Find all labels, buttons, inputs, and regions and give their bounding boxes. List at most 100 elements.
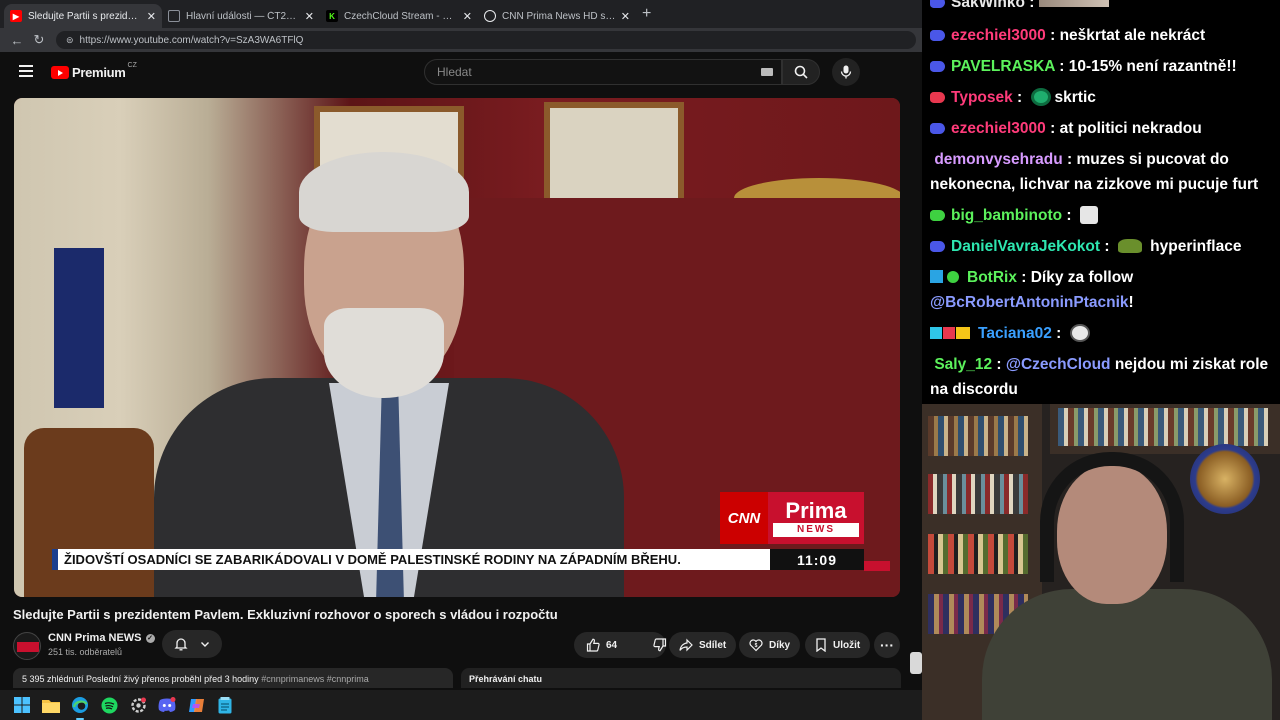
- search-button[interactable]: [782, 59, 820, 85]
- channel-name-text: CNN Prima NEWS: [48, 632, 142, 644]
- notifications-button[interactable]: [162, 630, 222, 658]
- share-button[interactable]: Sdílet: [669, 632, 737, 658]
- video-frame-vase: [54, 248, 104, 408]
- like-count: 64: [606, 639, 618, 651]
- thanks-button[interactable]: $ Díky: [739, 632, 801, 658]
- chat-overlay: SakWinko : ezechiel3000 : neškrtat ale n…: [922, 0, 1280, 404]
- search-placeholder: Hledat: [437, 65, 472, 79]
- share-label: Sdílet: [699, 639, 727, 651]
- tab-title: Hlavní události — ČT24 — Česká: [186, 10, 301, 22]
- close-tab-icon[interactable]: ✕: [147, 10, 156, 23]
- webcam-lamp: [1190, 444, 1260, 514]
- youtube-logo[interactable]: Premium CZ: [51, 62, 137, 80]
- webcam-person-body: [982, 589, 1272, 720]
- windows-taskbar: [0, 690, 922, 720]
- description-box[interactable]: 5 395 zhlédnutí Poslední živý přenos pro…: [13, 668, 453, 688]
- region-label: CZ: [127, 62, 137, 69]
- video-title: Sledujte Partii s prezidentem Pavlem. Ex…: [13, 607, 558, 622]
- cnn-logo: CNN: [720, 492, 768, 544]
- close-tab-icon[interactable]: ✕: [621, 10, 630, 23]
- chat-username: PAVELRASKA: [951, 58, 1055, 75]
- url-field[interactable]: ⊜ https://www.youtube.com/watch?v=SzA3WA…: [56, 31, 916, 49]
- more-actions-button[interactable]: ···: [874, 632, 900, 658]
- chat-username: DanielVavraJeKokot: [951, 238, 1101, 255]
- channel-name[interactable]: CNN Prima NEWS ✓: [48, 632, 155, 644]
- more-icon: ···: [880, 637, 894, 653]
- news-ticker: ŽIDOVŠTÍ OSADNÍCI SE ZABARIKÁDOVALI V DO…: [52, 549, 770, 570]
- channel-watermark: [864, 561, 890, 571]
- chat-username: big_bambinoto: [951, 207, 1063, 224]
- site-info-icon[interactable]: ⊜: [66, 35, 74, 46]
- headset-icon: [1040, 452, 1184, 582]
- chat-username: Typosek: [951, 89, 1013, 106]
- svg-text:$: $: [755, 643, 758, 649]
- spotify-icon[interactable]: [99, 695, 119, 715]
- chat-text: skrtic: [1054, 89, 1096, 106]
- chat-message: big_bambinoto :: [930, 203, 1272, 228]
- badge-icon: [930, 327, 942, 339]
- bell-icon: [174, 638, 188, 651]
- close-tab-icon[interactable]: ✕: [463, 10, 472, 23]
- chat-text: 10-15% není razantně!!: [1068, 58, 1237, 75]
- tab-ct24[interactable]: Hlavní události — ČT24 — Česká ✕: [162, 4, 320, 28]
- chat-message: Typosek : skrtic: [930, 85, 1272, 110]
- back-icon[interactable]: ←: [6, 33, 28, 48]
- scrollbar-thumb[interactable]: [910, 652, 922, 674]
- chat-badge-icon: [930, 61, 945, 72]
- bookmark-icon: [816, 638, 826, 652]
- close-tab-icon[interactable]: ✕: [305, 10, 314, 23]
- microphone-icon: [840, 65, 852, 79]
- browser-tabstrip: ▶ Sledujte Partii s prezidentem P ✕ Hlav…: [0, 0, 922, 28]
- new-tab-icon[interactable]: +: [642, 5, 651, 23]
- keyboard-icon[interactable]: [761, 68, 773, 76]
- chat-message: Taciana02 :: [930, 321, 1272, 346]
- emote-icon: [1030, 88, 1051, 106]
- notepad-icon[interactable]: [215, 695, 235, 715]
- webcam-feed: [922, 404, 1280, 720]
- tab-kick[interactable]: K CzechCloud Stream - Watch Live o ✕: [320, 4, 478, 28]
- chat-message: BotRix : Díky za follow @BcRobertAntonin…: [930, 269, 1134, 311]
- chat-message: Saly_12 : @CzechCloud nejdou mi ziskat r…: [930, 356, 1269, 398]
- tab-title: CzechCloud Stream - Watch Live o: [344, 10, 459, 22]
- reload-icon[interactable]: ↻: [28, 32, 50, 48]
- like-button[interactable]: 64: [574, 632, 629, 658]
- thanks-label: Díky: [769, 639, 791, 651]
- chat-replay-header[interactable]: Přehrávání chatu: [461, 668, 901, 688]
- chat-badge-icon: [930, 92, 945, 103]
- menu-icon[interactable]: [19, 65, 33, 77]
- news-logo: NEWS: [773, 523, 859, 537]
- brand-label: Premium: [72, 65, 126, 80]
- screen: ▶ Sledujte Partii s prezidentem P ✕ Hlav…: [0, 0, 1280, 720]
- discord-icon[interactable]: [157, 695, 177, 715]
- chat-message: demonvysehradu : muzes si pucovat do nek…: [930, 151, 1259, 193]
- chat-badge-icon: [930, 0, 945, 8]
- url-text: https://www.youtube.com/watch?v=SzA3WA6T…: [79, 34, 304, 46]
- voice-search-button[interactable]: [832, 58, 860, 86]
- chat-message: ezechiel3000 : neškrtat ale nekráct: [930, 23, 1272, 48]
- view-stats: 5 395 zhlédnutí Poslední živý přenos pro…: [22, 674, 259, 684]
- crown-badge-icon: [956, 327, 970, 339]
- settings-gear-icon[interactable]: [128, 695, 148, 715]
- chat-text: neškrtat ale nekráct: [1059, 27, 1206, 44]
- verified-badge-icon: [947, 271, 959, 283]
- page-favicon-icon: [168, 10, 180, 22]
- windows-start-icon[interactable]: [12, 695, 32, 715]
- chat-message: PAVELRASKA : 10-15% není razantně!!: [930, 54, 1272, 79]
- channel-avatar[interactable]: [13, 632, 41, 660]
- edge-browser-icon[interactable]: [70, 695, 90, 720]
- tab-youtube[interactable]: ▶ Sledujte Partii s prezidentem P ✕: [4, 4, 162, 28]
- tab-cnn-prima[interactable]: CNN Prima News HD sledujte onlin ✕: [478, 4, 636, 28]
- hashtags[interactable]: #cnnprimanews #cnnprima: [261, 674, 369, 684]
- chat-username: BotRix: [967, 269, 1017, 286]
- chat-message: ezechiel3000 : at politici nekradou: [930, 116, 1272, 141]
- search-input[interactable]: Hledat: [424, 59, 782, 85]
- chat-text: at politici nekradou: [1059, 120, 1202, 137]
- save-button[interactable]: Uložit: [805, 632, 871, 658]
- share-icon: [679, 638, 693, 652]
- chat-badge-icon: [930, 241, 945, 252]
- copilot-icon[interactable]: [186, 695, 206, 715]
- like-dislike-group: 64: [574, 632, 667, 658]
- file-explorer-icon[interactable]: [41, 695, 61, 715]
- video-player[interactable]: CNN Prima NEWS ŽIDOVŠTÍ OSADNÍCI SE ZABA…: [14, 98, 900, 597]
- chat-mention: @CzechCloud: [1005, 356, 1111, 373]
